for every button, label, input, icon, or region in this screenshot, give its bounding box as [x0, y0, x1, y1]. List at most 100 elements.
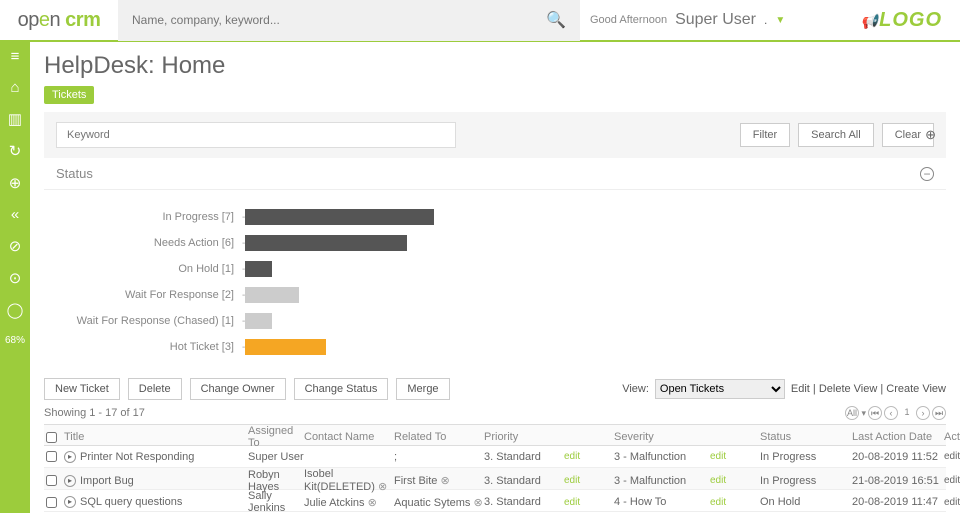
link-icon[interactable]: ⊘: [9, 237, 22, 255]
deleted-icon: ⊗: [368, 497, 377, 509]
row-checkbox[interactable]: [46, 451, 57, 462]
chart-label: On Hold [1]: [44, 263, 242, 275]
brand-logo[interactable]: open crm: [0, 9, 118, 32]
merge-button[interactable]: Merge: [396, 378, 449, 400]
edit-link[interactable]: edit: [564, 451, 614, 462]
col-severity[interactable]: Severity: [614, 431, 710, 443]
table-row[interactable]: ▸Import Bug Robyn Hayes Isobel Kit(DELET…: [44, 468, 946, 490]
edit-link[interactable]: edit: [564, 497, 614, 508]
user-menu[interactable]: Good Afternoon Super User . ▼: [580, 11, 840, 29]
filter-button[interactable]: Filter: [740, 123, 790, 147]
chart-bar[interactable]: Wait For Response [2]-: [44, 282, 946, 308]
view-links[interactable]: Edit | Delete View | Create View: [791, 383, 946, 395]
chevron-down-icon: ▼: [775, 15, 785, 26]
col-title[interactable]: Title: [64, 431, 248, 443]
expand-plus-icon[interactable]: ⊕: [925, 127, 936, 143]
change-owner-button[interactable]: Change Owner: [190, 378, 286, 400]
chat-icon[interactable]: ◯: [7, 301, 24, 319]
row-status: On Hold: [760, 496, 852, 508]
chart-bar[interactable]: Hot Ticket [3]-: [44, 334, 946, 360]
home-icon[interactable]: ⌂: [10, 79, 19, 96]
user-name: Super User: [675, 11, 756, 29]
showing-text: Showing 1 - 17 of 17: [44, 407, 145, 419]
topbar: open crm 🔍 Good Afternoon Super User . ▼…: [0, 0, 960, 42]
edit-link[interactable]: edit: [710, 475, 760, 486]
ticket-table: Title Assigned To Contact Name Related T…: [44, 424, 946, 512]
chart-label: Wait For Response (Chased) [1]: [44, 315, 242, 327]
tenant-logo: 📢LOGO: [840, 9, 960, 32]
row-expand-icon[interactable]: ▸: [64, 451, 76, 463]
col-contact[interactable]: Contact Name: [304, 431, 394, 443]
pager: All ▾ ⏮ ‹ 1 › ⏭: [845, 406, 946, 420]
row-severity: 3 - Malfunction: [614, 451, 710, 463]
main-content: HelpDesk: Home Tickets Filter Search All…: [30, 42, 960, 513]
col-priority[interactable]: Priority: [484, 431, 564, 443]
chart-label: In Progress [7]: [44, 211, 242, 223]
edit-link[interactable]: edit: [710, 451, 760, 462]
col-status[interactable]: Status: [760, 431, 852, 443]
status-chart: In Progress [7]-Needs Action [6]-On Hold…: [44, 190, 946, 368]
change-status-button[interactable]: Change Status: [294, 378, 389, 400]
keyword-input[interactable]: [56, 122, 456, 148]
chart-bar[interactable]: Needs Action [6]-: [44, 230, 946, 256]
all-label[interactable]: All ▾: [845, 406, 866, 420]
edit-link[interactable]: edit: [710, 497, 760, 508]
search-all-button[interactable]: Search All: [798, 123, 874, 147]
filter-bar: Filter Search All Clear ⊕: [44, 112, 946, 158]
status-title: Status: [56, 166, 93, 181]
reports-icon[interactable]: ▥: [8, 110, 22, 128]
row-assigned: Super User: [248, 451, 304, 463]
pager-last-icon[interactable]: ⏭: [932, 406, 946, 420]
greeting-text: Good Afternoon: [590, 14, 667, 26]
row-expand-icon[interactable]: ▸: [64, 475, 76, 487]
col-actions: Actions: [944, 431, 960, 443]
search-input[interactable]: [132, 13, 546, 27]
row-actions[interactable]: edit | del: [944, 475, 960, 486]
row-title[interactable]: ▸Printer Not Responding: [64, 451, 248, 463]
col-lastaction[interactable]: Last Action Date: [852, 431, 944, 443]
chart-bar[interactable]: On Hold [1]-: [44, 256, 946, 282]
table-row[interactable]: ▸Printer Not Responding Super User ; 3. …: [44, 446, 946, 468]
select-all-checkbox[interactable]: [46, 432, 57, 443]
list-header: Showing 1 - 17 of 17 All ▾ ⏮ ‹ 1 › ⏭: [44, 406, 946, 420]
col-related[interactable]: Related To: [394, 431, 484, 443]
refresh-icon[interactable]: ↻: [9, 142, 22, 160]
support-icon[interactable]: ⊙: [9, 269, 22, 287]
row-priority: 3. Standard: [484, 451, 564, 463]
collapse-icon[interactable]: «: [11, 206, 19, 223]
row-severity: 4 - How To: [614, 496, 710, 508]
search-icon[interactable]: 🔍: [546, 10, 566, 30]
status-header[interactable]: Status −: [44, 158, 946, 190]
pager-first-icon[interactable]: ⏮: [868, 406, 882, 420]
row-title[interactable]: ▸Import Bug: [64, 475, 248, 487]
sidebar: ≡ ⌂ ▥ ↻ ⊕ « ⊘ ⊙ ◯ 68%: [0, 42, 30, 513]
row-title[interactable]: ▸SQL query questions: [64, 496, 248, 508]
row-actions[interactable]: edit | del: [944, 451, 960, 462]
chart-bar[interactable]: In Progress [7]-: [44, 204, 946, 230]
row-checkbox[interactable]: [46, 497, 57, 508]
delete-button[interactable]: Delete: [128, 378, 182, 400]
row-priority: 3. Standard: [484, 496, 564, 508]
view-select[interactable]: Open Tickets: [655, 379, 785, 399]
edit-link[interactable]: edit: [564, 475, 614, 486]
pager-current: 1: [900, 406, 914, 420]
add-icon[interactable]: ⊕: [9, 174, 22, 192]
menu-icon[interactable]: ≡: [11, 48, 20, 65]
row-related: ;: [394, 451, 484, 463]
col-assigned[interactable]: Assigned To: [248, 425, 304, 449]
table-header-row: Title Assigned To Contact Name Related T…: [44, 424, 946, 446]
row-checkbox[interactable]: [46, 475, 57, 486]
pager-prev-icon[interactable]: ‹: [884, 406, 898, 420]
chart-bar[interactable]: Wait For Response (Chased) [1]-: [44, 308, 946, 334]
row-contact: Julie Atckins ⊗: [304, 496, 394, 509]
pager-next-icon[interactable]: ›: [916, 406, 930, 420]
chart-label: Needs Action [6]: [44, 237, 242, 249]
collapse-minus-icon[interactable]: −: [920, 167, 934, 181]
new-ticket-button[interactable]: New Ticket: [44, 378, 120, 400]
row-status: In Progress: [760, 475, 852, 487]
tab-tickets[interactable]: Tickets: [44, 86, 94, 104]
row-expand-icon[interactable]: ▸: [64, 496, 76, 508]
row-actions[interactable]: edit | del: [944, 497, 960, 508]
table-row[interactable]: ▸SQL query questions Sally Jenkins Julie…: [44, 490, 946, 512]
page-title: HelpDesk: Home: [44, 52, 946, 80]
